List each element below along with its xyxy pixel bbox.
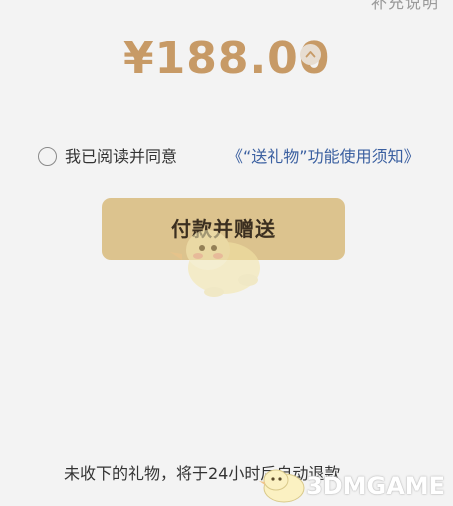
price-amount: ¥188.00: [123, 33, 331, 84]
refund-note: 未收下的礼物，将于24小时后自动退款: [64, 464, 341, 483]
pay-and-gift-button[interactable]: 付款并赠送: [102, 198, 345, 260]
header-partial-text[interactable]: 补充说明: [371, 0, 439, 13]
price-row: ¥188.00: [0, 31, 453, 87]
chevron-up-icon[interactable]: [300, 44, 321, 65]
agreement-prefix: 我已阅读并同意: [65, 147, 178, 166]
agreement-link[interactable]: 《“送礼物”功能使用须知》: [227, 146, 420, 168]
radio-unchecked-icon[interactable]: [38, 147, 57, 166]
